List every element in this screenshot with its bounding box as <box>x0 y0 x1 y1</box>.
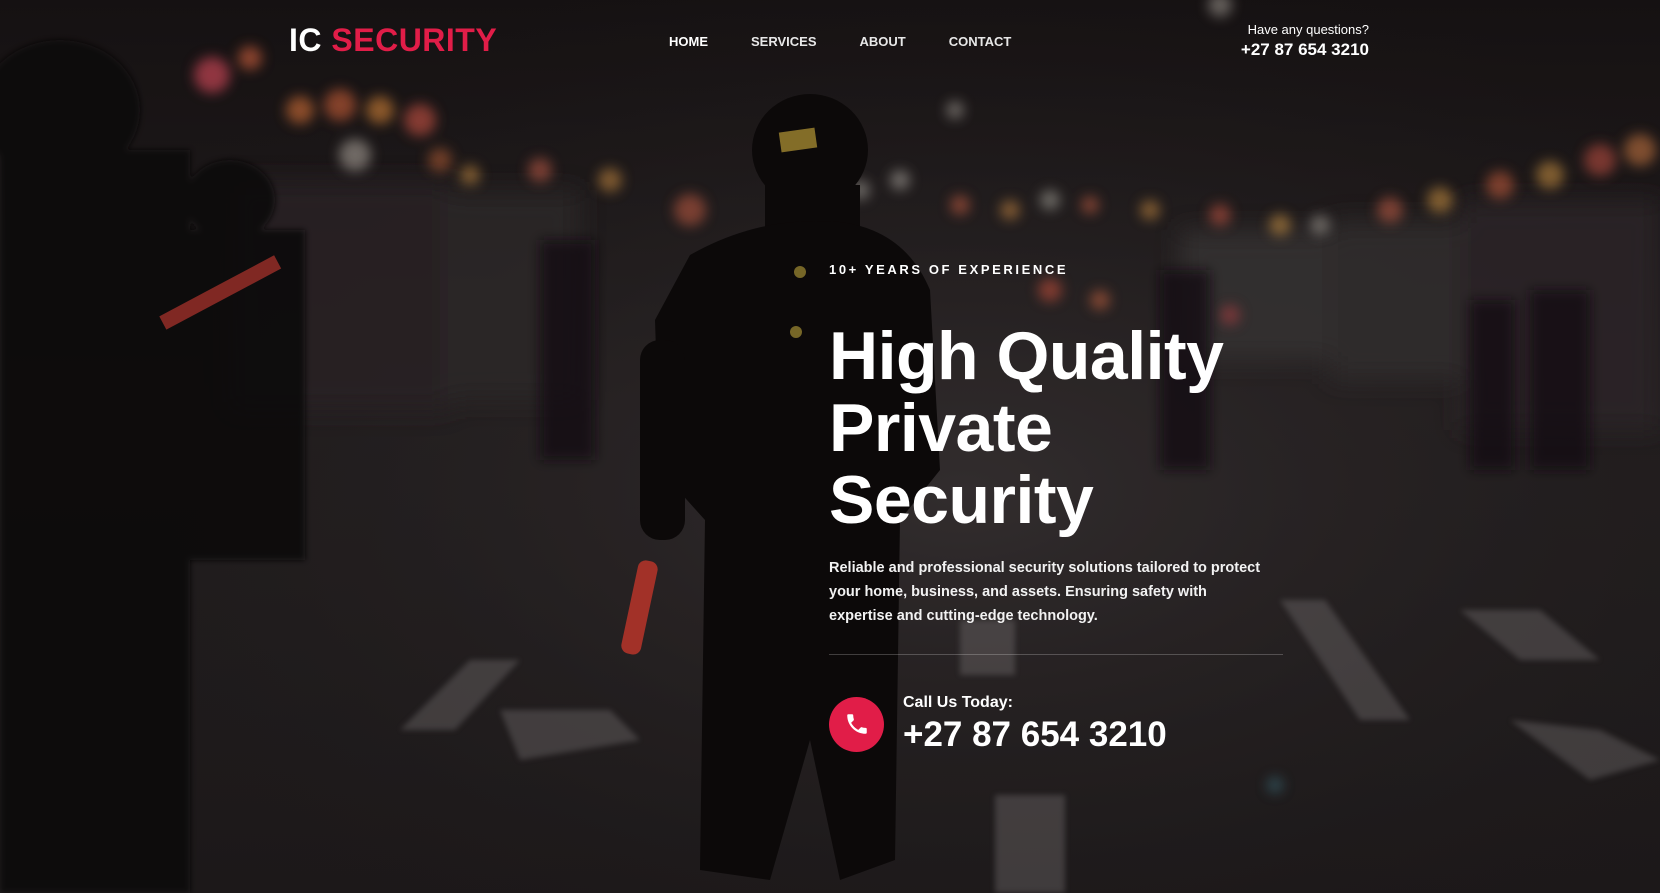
main-navigation: HOME SERVICES ABOUT CONTACT <box>669 33 1011 51</box>
nav-item-services[interactable]: SERVICES <box>751 33 817 51</box>
phone-icon[interactable] <box>829 696 884 752</box>
nav-item-home[interactable]: HOME <box>669 33 708 51</box>
hero-divider <box>829 654 1283 655</box>
call-text: Call Us Today: +27 87 654 3210 <box>903 693 1167 755</box>
hero-headline-line-1: High Quality <box>829 318 1224 394</box>
header-phone-link[interactable]: +27 87 654 3210 <box>1241 38 1369 62</box>
brand-logo-part1: IC <box>289 22 322 58</box>
header-contact: Have any questions? +27 87 654 3210 <box>1241 22 1369 62</box>
phone-icon-glyph <box>846 714 867 734</box>
nav-item-contact[interactable]: CONTACT <box>949 33 1012 51</box>
brand-logo[interactable]: IC SECURITY <box>289 20 497 60</box>
hero-content: 10+ YEARS OF EXPERIENCE High Quality Pri… <box>829 262 1289 755</box>
hero-headline-line-2: Private <box>829 390 1053 466</box>
call-us-block: Call Us Today: +27 87 654 3210 <box>829 693 1289 755</box>
experience-eyebrow: 10+ YEARS OF EXPERIENCE <box>829 262 1069 277</box>
hero-headline: High Quality Private Security <box>829 320 1289 536</box>
header-question-text: Have any questions? <box>1247 22 1369 37</box>
brand-logo-part2: SECURITY <box>331 22 498 58</box>
page: IC SECURITY HOME SERVICES ABOUT CONTACT … <box>0 0 1660 893</box>
hero-description: Reliable and professional security solut… <box>829 560 1261 624</box>
call-us-number[interactable]: +27 87 654 3210 <box>903 715 1167 755</box>
call-us-label: Call Us Today: <box>903 694 1013 711</box>
nav-item-about[interactable]: ABOUT <box>860 33 906 51</box>
hero-headline-line-3: Security <box>829 462 1094 538</box>
